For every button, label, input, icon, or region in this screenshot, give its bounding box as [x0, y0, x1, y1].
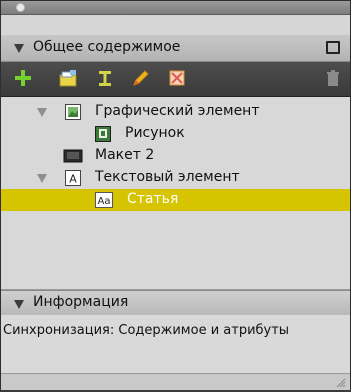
picture-icon — [95, 126, 111, 146]
content-tree: Графический элемент Рисунок Макет 2 A Те… — [1, 97, 350, 289]
new-folder-icon[interactable] — [58, 68, 78, 88]
info-section-body: Синхронизация: Содержимое и атрибуты — [1, 315, 350, 373]
disclosure-triangle-icon[interactable] — [37, 174, 47, 183]
panel-statusbar — [1, 373, 350, 390]
text-element-icon: A — [65, 170, 81, 190]
window-titlebar — [1, 1, 350, 15]
tree-row-story[interactable]: Aa Статья — [1, 189, 350, 211]
layout-icon — [63, 148, 83, 168]
tree-item-label: Графический элемент — [95, 103, 260, 119]
disclosure-triangle-icon[interactable] — [37, 108, 47, 117]
close-window-icon[interactable] — [16, 3, 25, 12]
info-section-header[interactable]: Информация — [1, 290, 350, 316]
collapse-triangle-icon[interactable] — [14, 44, 24, 53]
add-icon[interactable] — [13, 68, 33, 88]
story-icon: Aa — [95, 192, 113, 212]
svg-text:A: A — [69, 173, 77, 186]
tree-row-text-element[interactable]: A Текстовый элемент — [1, 167, 350, 189]
svg-text:Aa: Aa — [98, 196, 111, 207]
panel-header[interactable]: Общее содержимое — [1, 35, 350, 62]
info-title: Информация — [33, 294, 129, 310]
tree-item-label: Макет 2 — [95, 147, 155, 163]
panel-title: Общее содержимое — [33, 39, 181, 55]
unlink-icon[interactable] — [167, 68, 187, 88]
shared-content-panel: Общее содержимое Графический элемент Рис… — [0, 0, 351, 390]
resize-grip-icon[interactable] — [336, 377, 346, 388]
panel-menu-icon[interactable] — [326, 41, 340, 54]
tree-item-label: Рисунок — [125, 125, 185, 141]
tree-row-picture[interactable]: Рисунок — [1, 123, 350, 145]
sync-status-text: Синхронизация: Содержимое и атрибуты — [3, 323, 290, 338]
tree-item-label: Текстовый элемент — [95, 169, 240, 185]
text-cursor-icon[interactable] — [95, 68, 115, 88]
trash-icon[interactable] — [323, 68, 343, 88]
tree-row-graphic-element[interactable]: Графический элемент — [1, 101, 350, 123]
collapse-triangle-icon[interactable] — [14, 300, 24, 309]
image-icon — [65, 104, 81, 124]
pencil-icon[interactable] — [131, 68, 151, 88]
tree-item-label: Статья — [127, 191, 179, 207]
panel-toolbar — [1, 62, 350, 97]
tree-row-layout[interactable]: Макет 2 — [1, 145, 350, 167]
